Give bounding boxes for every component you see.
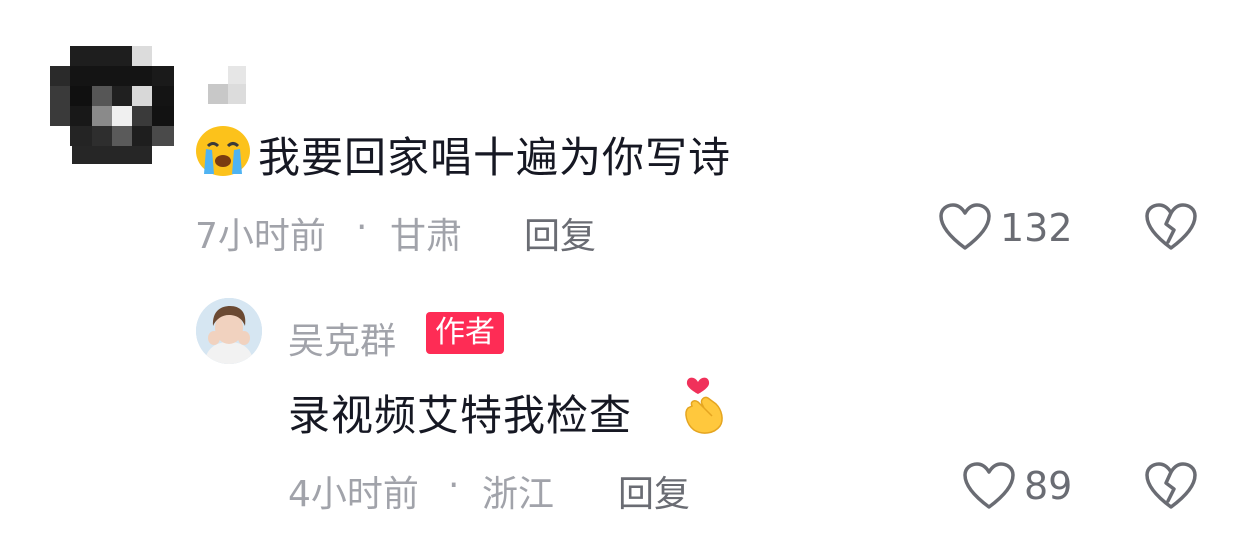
comment-separator: ·: [356, 207, 368, 248]
like-heart-icon[interactable]: [938, 202, 992, 252]
comment-location: 甘肃: [390, 216, 463, 257]
author-badge: 作者: [426, 312, 504, 354]
reply-button[interactable]: 回复: [524, 207, 596, 259]
comment-text: 我要回家唱十遍为你写诗: [258, 133, 732, 182]
dislike-broken-heart-icon[interactable]: [1144, 461, 1198, 511]
dislike-broken-heart-icon[interactable]: [1144, 202, 1198, 252]
reply-separator: ·: [448, 465, 460, 506]
comment-time: 7小时前: [195, 216, 326, 257]
commenter-avatar-pixelated[interactable]: [50, 46, 174, 164]
like-heart-icon[interactable]: [962, 461, 1016, 511]
like-count: 132: [1000, 206, 1073, 250]
reply-text: 录视频艾特我检查: [288, 391, 633, 440]
loudly-crying-face-icon: [194, 124, 252, 178]
author-avatar[interactable]: [196, 298, 262, 364]
like-count: 89: [1024, 464, 1073, 508]
commenter-name-pixelated[interactable]: [208, 66, 248, 106]
reply-button[interactable]: 回复: [618, 465, 690, 517]
reply-time: 4小时前: [288, 474, 419, 515]
reply-location: 浙江: [482, 474, 555, 515]
heart-hands-icon: [678, 372, 730, 436]
author-name[interactable]: 吴克群: [288, 312, 396, 364]
